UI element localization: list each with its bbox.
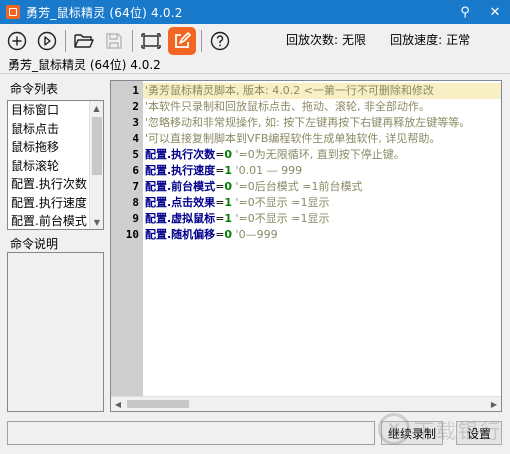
code-comment: '本软件只录制和回放鼠标点击、拖动、滚轮, 非全部动作。 [145, 100, 431, 113]
close-icon[interactable]: ✕ [480, 0, 510, 24]
line-number: 5 [132, 148, 139, 161]
line-number-gutter: 1 2 3 4 5 6 7 8 9 10 [111, 81, 143, 397]
app-version-label: 勇芳_鼠标精灵 (64位) 4.0.2 [8, 58, 161, 72]
code-number: 0 [224, 148, 233, 161]
code-keyword: 配置.前台模式 [145, 180, 216, 193]
toolbar [2, 26, 276, 56]
line-number: 8 [132, 196, 139, 209]
toolbar-separator [132, 30, 133, 52]
help-icon [210, 31, 230, 51]
window-title: 勇芳_鼠标精灵 (64位) 4.0.2 [26, 5, 183, 20]
line-number: 1 [132, 84, 139, 97]
code-comment: '勇芳鼠标精灵脚本, 版本: 4.0.2 <一第一行不可删除和修改 [145, 84, 434, 97]
help-button[interactable] [205, 27, 235, 55]
code-comment: '=0不显示 =1显示 [232, 212, 330, 225]
scrollbar-thumb[interactable] [127, 400, 189, 408]
line-number: 3 [132, 116, 139, 129]
code-keyword: 配置.点击效果 [145, 196, 216, 209]
open-button[interactable] [69, 27, 99, 55]
playback-speed-label: 回放速度: [390, 32, 443, 47]
code-line[interactable]: 配置.执行速度=1 '0.01 — 999 [143, 163, 501, 179]
fullscreen-button[interactable] [136, 27, 166, 55]
play-icon [37, 31, 57, 51]
scroll-up-icon[interactable]: ▲ [90, 101, 103, 115]
code-number: 1 [224, 164, 233, 177]
scroll-down-icon[interactable]: ▼ [90, 215, 103, 229]
toolbar-separator [65, 30, 66, 52]
code-line[interactable]: 配置.虚拟鼠标=1 '=0不显示 =1显示 [143, 211, 501, 227]
fullscreen-icon [141, 33, 161, 49]
code-comment: '可以直接复制脚本到VFB编程软件生成单独软件, 详见帮助。 [145, 132, 441, 145]
add-button[interactable] [2, 27, 32, 55]
watermark-logo-icon: X [378, 413, 410, 445]
command-list-title: 命令列表 [10, 82, 59, 96]
code-line[interactable]: '可以直接复制脚本到VFB编程软件生成单独软件, 详见帮助。 [143, 131, 501, 147]
code-line[interactable]: '勇芳鼠标精灵脚本, 版本: 4.0.2 <一第一行不可删除和修改 [143, 83, 501, 99]
code-comment: '忽略移动和非常规操作, 如: 按下左键再按下右键再释放左键等等。 [145, 116, 471, 129]
status-bar [7, 421, 375, 445]
code-keyword: 配置.执行次数 [145, 148, 216, 161]
add-icon [7, 31, 27, 51]
scroll-left-icon[interactable]: ◀ [111, 397, 125, 411]
script-editor[interactable]: 1 2 3 4 5 6 7 8 9 10 '勇芳鼠标精灵脚本, 版本: 4.0.… [110, 80, 502, 412]
open-folder-icon [74, 34, 94, 48]
code-number: 0 [224, 228, 233, 241]
edit-button[interactable] [168, 27, 196, 55]
code-line[interactable]: 配置.前台模式=0 '=0后台模式 =1前台模式 [143, 179, 501, 195]
command-list-scrollbar[interactable]: ▲ ▼ [89, 101, 103, 229]
line-number: 6 [132, 164, 139, 177]
code-keyword: 配置.虚拟鼠标 [145, 212, 216, 225]
play-button[interactable] [32, 27, 62, 55]
code-comment: '=0后台模式 =1前台模式 [232, 180, 363, 193]
pin-icon[interactable]: ⚲ [450, 0, 480, 24]
line-number: 10 [125, 228, 139, 241]
code-number: 1 [224, 212, 233, 225]
watermark: X 下载银行 [378, 404, 506, 454]
window-controls: ⚲ ✕ [450, 0, 510, 24]
code-comment: '=0不显示 =1显示 [232, 196, 330, 209]
command-desc-title: 命令说明 [10, 237, 59, 251]
code-line[interactable]: 配置.执行次数=0 '=0为无限循环, 直到按下停止键。 [143, 147, 501, 163]
command-list[interactable]: 目标窗口 鼠标点击 鼠标拖移 鼠标滚轮 配置.执行次数 配置.执行速度 配置.前… [7, 100, 104, 230]
code-number: 0 [224, 180, 233, 193]
repeat-count-value[interactable]: 无限 [342, 31, 366, 48]
repeat-count-label: 回放次数: [286, 32, 339, 47]
code-comment: '0.01 — 999 [232, 164, 303, 177]
save-icon [106, 33, 122, 49]
app-icon [6, 5, 20, 19]
edit-icon [175, 32, 191, 48]
code-line[interactable]: 配置.随机偏移=0 '0—999 [143, 227, 501, 243]
header-divider [0, 73, 510, 74]
code-line[interactable]: '本软件只录制和回放鼠标点击、拖动、滚轮, 非全部动作。 [143, 99, 501, 115]
code-number: 1 [224, 196, 233, 209]
line-number: 2 [132, 100, 139, 113]
code-keyword: 配置.随机偏移 [145, 228, 216, 241]
code-keyword: 配置.执行速度 [145, 164, 216, 177]
toolbar-separator [201, 30, 202, 52]
line-number: 4 [132, 132, 139, 145]
playback-speed-value[interactable]: 正常 [446, 31, 470, 48]
title-bar: 勇芳_鼠标精灵 (64位) 4.0.2 ⚲ ✕ [0, 0, 510, 24]
code-comment: '0—999 [232, 228, 278, 241]
code-line[interactable]: 配置.点击效果=1 '=0不显示 =1显示 [143, 195, 501, 211]
command-desc-box [7, 252, 104, 412]
code-line[interactable]: '忽略移动和非常规操作, 如: 按下左键再按下右键再释放左键等等。 [143, 115, 501, 131]
line-number: 7 [132, 180, 139, 193]
code-area[interactable]: '勇芳鼠标精灵脚本, 版本: 4.0.2 <一第一行不可删除和修改 '本软件只录… [143, 81, 501, 397]
save-button[interactable] [99, 27, 129, 55]
code-comment: '=0为无限循环, 直到按下停止键。 [232, 148, 405, 161]
line-number: 9 [132, 212, 139, 225]
playback-settings: 回放次数: 无限 回放速度: 正常 [286, 26, 510, 52]
scrollbar-thumb[interactable] [92, 117, 102, 175]
watermark-text: 下载银行 [414, 418, 502, 443]
